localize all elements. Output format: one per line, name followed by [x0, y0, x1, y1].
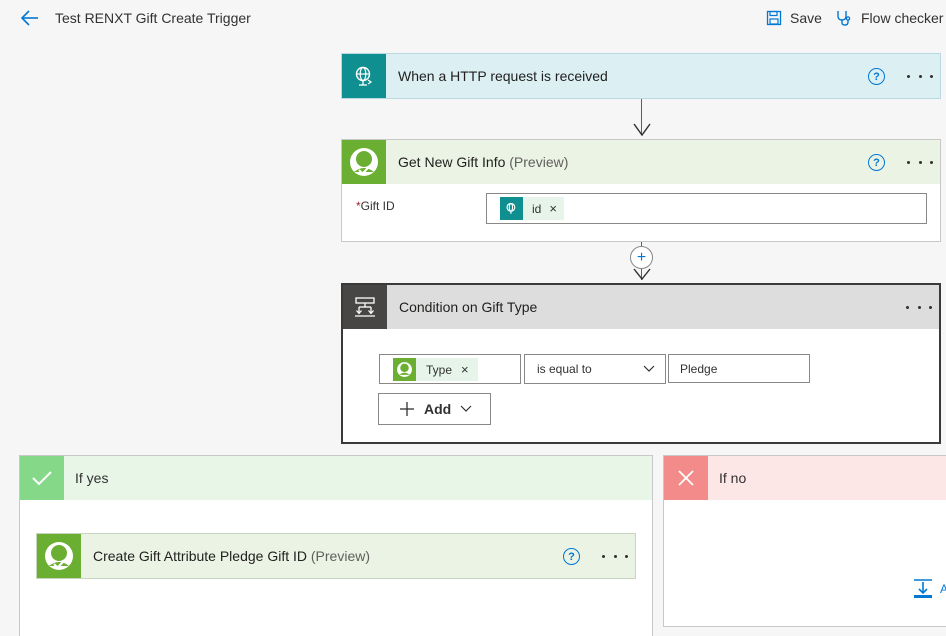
create-gift-attribute-card[interactable]: Create Gift Attribute Pledge Gift ID (Pr… [36, 533, 636, 579]
if-no-title: If no [719, 470, 747, 486]
back-arrow-icon[interactable] [18, 7, 42, 29]
operator-dropdown[interactable]: is equal to [524, 354, 666, 384]
http-trigger-card[interactable]: When a HTTP request is received ? [341, 53, 941, 99]
save-button[interactable]: Save [766, 8, 822, 28]
condition-left-operand[interactable]: Type × [379, 354, 521, 384]
if-no-branch: If no A [663, 455, 946, 627]
get-gift-info-card[interactable]: Get New Gift Info (Preview) ? *Gift ID i… [341, 139, 941, 242]
add-action-icon [914, 579, 932, 598]
gift-id-field[interactable]: id × [486, 193, 927, 224]
condition-title: Condition on Gift Type [399, 299, 538, 315]
connector-arrow-icon [633, 268, 651, 281]
get-gift-title: Get New Gift Info (Preview) [398, 154, 569, 170]
chevron-down-icon [643, 365, 655, 372]
add-icon: + [636, 248, 647, 266]
blackbaud-connector-icon [393, 358, 416, 381]
trigger-title: When a HTTP request is received [398, 68, 608, 84]
condition-icon [343, 285, 387, 329]
flow-checker-button[interactable]: Flow checker [835, 8, 943, 28]
save-label: Save [790, 10, 822, 26]
insert-step-button[interactable]: + [630, 246, 653, 269]
top-bar: Test RENXT Gift Create Trigger Save Flow… [0, 0, 946, 36]
more-options-icon[interactable] [602, 548, 628, 564]
flow-checker-label: Flow checker [861, 10, 944, 26]
if-no-header[interactable]: If no [664, 456, 946, 500]
connector-arrow-icon [633, 123, 651, 137]
if-yes-title: If yes [75, 470, 109, 486]
remove-token-icon[interactable]: × [461, 362, 469, 377]
type-token[interactable]: Type × [393, 358, 478, 381]
http-request-icon [500, 197, 523, 220]
remove-token-icon[interactable]: × [549, 201, 557, 216]
plus-icon [400, 402, 414, 416]
more-options-icon[interactable] [907, 68, 933, 84]
add-label: Add [424, 401, 452, 417]
help-icon[interactable]: ? [868, 68, 885, 85]
help-icon[interactable]: ? [563, 548, 580, 565]
gift-id-label: *Gift ID [356, 199, 395, 213]
checkmark-icon [20, 456, 64, 500]
save-icon [766, 10, 782, 26]
if-yes-header[interactable]: If yes [20, 456, 652, 500]
condition-card[interactable]: Condition on Gift Type Type × is equal t… [341, 283, 941, 444]
http-request-icon [342, 54, 386, 98]
stethoscope-icon [837, 11, 851, 26]
add-condition-button[interactable]: Add [378, 393, 491, 425]
id-token[interactable]: id × [500, 197, 564, 220]
type-token-label: Type [426, 362, 453, 377]
add-action-button[interactable]: A [912, 578, 946, 600]
close-x-icon [664, 456, 708, 500]
flow-title: Test RENXT Gift Create Trigger [55, 10, 251, 26]
more-options-icon[interactable] [907, 154, 933, 170]
id-token-label: id [532, 201, 542, 216]
more-options-icon[interactable] [906, 299, 932, 315]
operator-label: is equal to [537, 362, 592, 376]
condition-value: Pledge [680, 361, 718, 376]
chevron-down-icon [460, 405, 472, 412]
add-action-label: A [940, 582, 946, 596]
condition-value-field[interactable]: Pledge [668, 354, 810, 383]
create-gift-attribute-title: Create Gift Attribute Pledge Gift ID (Pr… [93, 548, 371, 564]
blackbaud-connector-icon [37, 534, 81, 578]
help-icon[interactable]: ? [868, 154, 885, 171]
if-yes-branch: If yes Create Gift Attribute Pledge Gift… [19, 455, 653, 636]
blackbaud-connector-icon [342, 140, 386, 184]
